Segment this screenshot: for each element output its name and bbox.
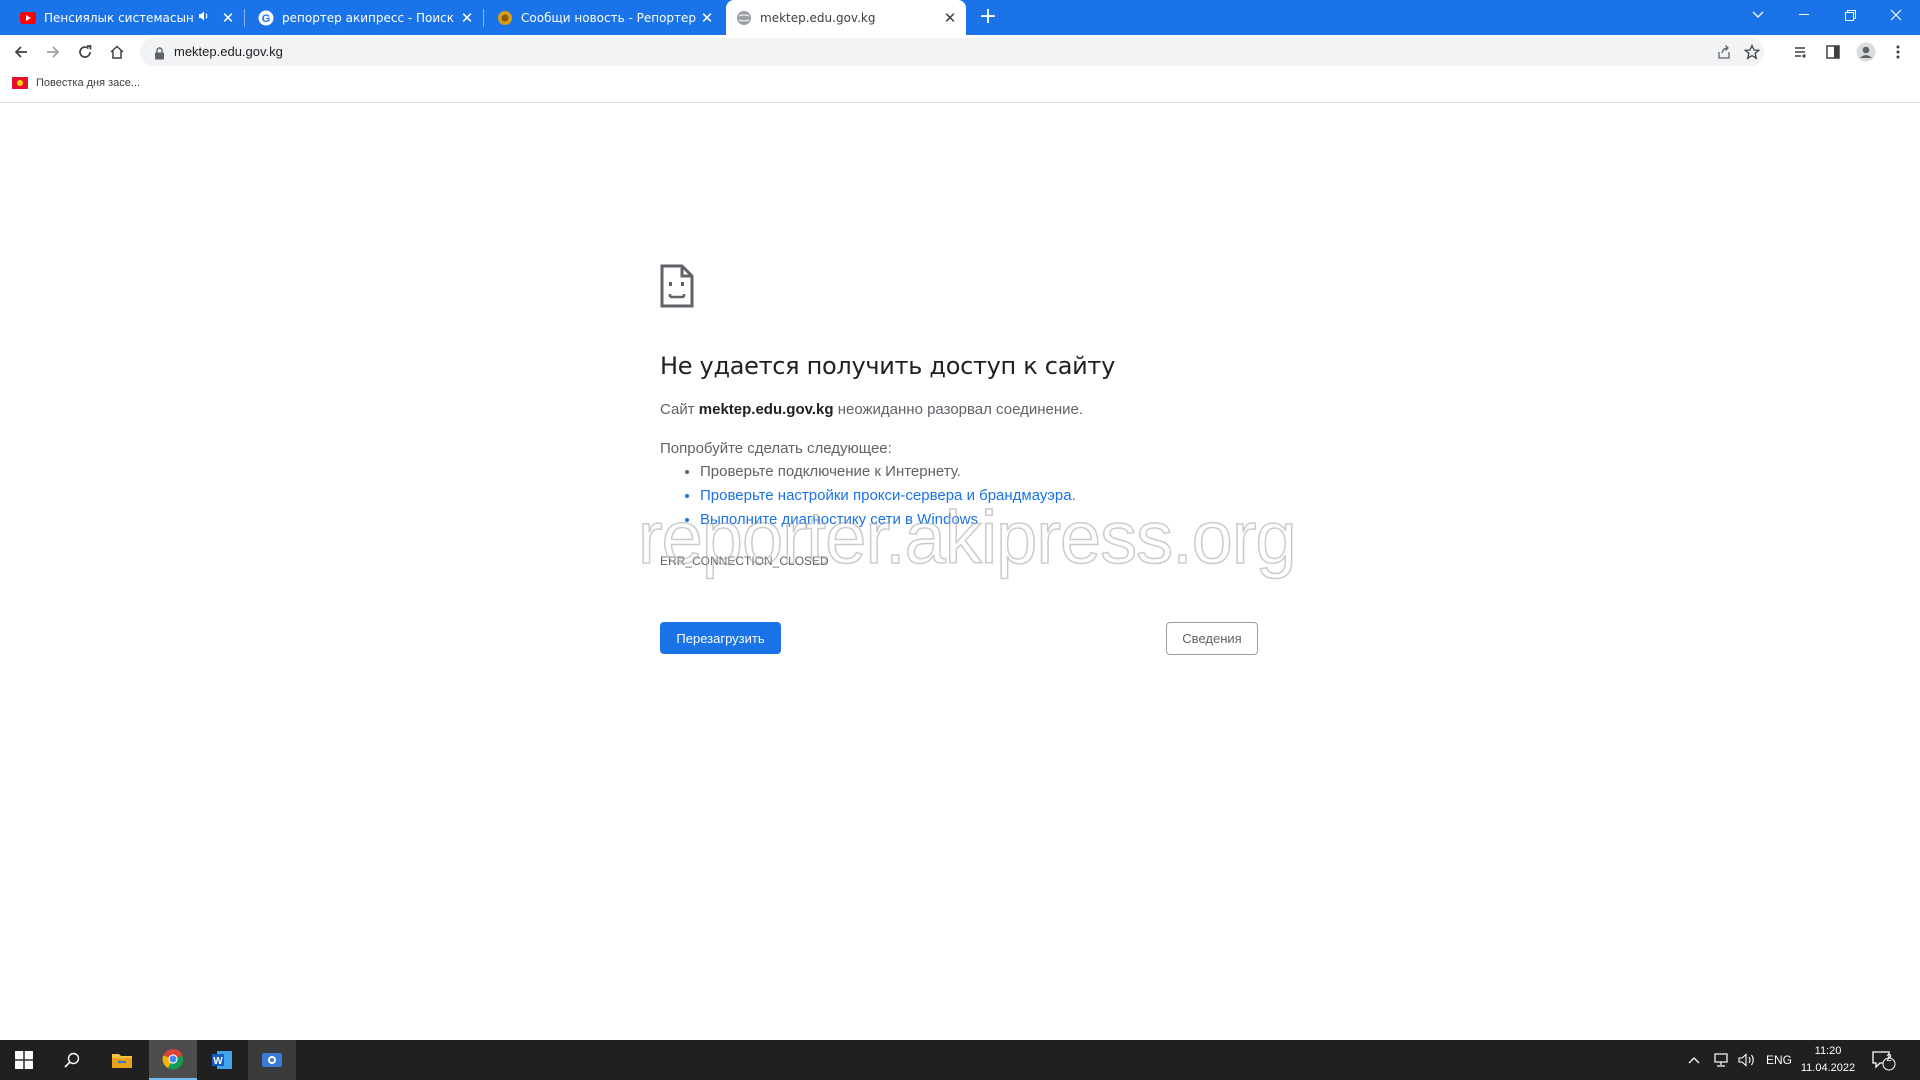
clock-time: 11:20 (1814, 1045, 1842, 1057)
bookmark-label: Повестка дня засе... (36, 77, 141, 89)
forward-button[interactable] (40, 39, 66, 65)
profile-avatar-icon[interactable] (1853, 39, 1879, 65)
description-prefix: Сайт (660, 401, 695, 418)
bookmark-item[interactable]: Повестка дня засе... (12, 77, 140, 89)
menu-kebab-icon[interactable] (1885, 39, 1911, 65)
close-window-button[interactable] (1874, 0, 1918, 30)
start-windows-icon[interactable] (0, 1040, 48, 1080)
suggestion-run-diagnostics-link[interactable]: Выполните диагностику сети в Windows (700, 508, 1076, 532)
input-language[interactable]: ENG (1766, 1040, 1792, 1080)
tab-strip: Пенсиялык системасын ре ✕ G репортер аки… (0, 0, 1920, 35)
close-tab-icon[interactable]: ✕ (459, 9, 475, 27)
youtube-icon (20, 10, 36, 26)
file-explorer-icon[interactable] (98, 1040, 146, 1080)
bookmarks-bar: Повестка дня засе... (0, 69, 1920, 103)
close-tab-icon[interactable]: ✕ (942, 9, 958, 27)
suggestion-check-proxy-link[interactable]: Проверьте настройки прокси-сервера и бра… (700, 484, 1076, 508)
lock-icon[interactable] (154, 45, 165, 64)
tab-title: Сообщи новость - Репортер (521, 10, 697, 25)
network-icon[interactable] (1712, 1040, 1730, 1080)
clock-date: 11.04.2022 (1800, 1062, 1856, 1074)
error-title: Не удается получить доступ к сайту (660, 352, 1115, 380)
restore-button[interactable] (1828, 0, 1872, 30)
tray-chevron-icon[interactable] (1688, 1040, 1700, 1080)
svg-text:W: W (213, 1056, 223, 1067)
details-button[interactable]: Сведения (1166, 622, 1258, 655)
error-description: Сайт mektep.edu.gov.kg неожиданно разорв… (660, 401, 1083, 418)
reload-button[interactable] (72, 39, 98, 65)
kyrgyz-flag-icon (12, 77, 28, 89)
tab-mektep-active[interactable]: mektep.edu.gov.kg ✕ (726, 0, 966, 35)
windows-taskbar: W ENG 11:20 11.04.2022 2 (0, 1040, 1920, 1080)
address-bar[interactable]: mektep.edu.gov.kg (140, 38, 1764, 66)
error-code: ERR_CONNECTION_CLOSED (660, 554, 829, 568)
globe-icon (736, 10, 752, 26)
app-taskbar-icon[interactable] (248, 1040, 296, 1080)
error-host: mektep.edu.gov.kg (698, 401, 834, 418)
notification-count: 2 (1886, 1053, 1892, 1064)
tab-search-chevron-icon[interactable] (1736, 0, 1780, 30)
url-text: mektep.edu.gov.kg (174, 44, 283, 59)
word-taskbar-icon[interactable]: W (198, 1040, 246, 1080)
description-suffix: неожиданно разорвал соединение. (837, 401, 1084, 418)
google-icon: G (258, 10, 274, 26)
suggestions-heading: Попробуйте сделать следующее: (660, 440, 892, 457)
sad-page-icon (660, 264, 694, 313)
system-clock[interactable]: 11:20 11.04.2022 (1796, 1043, 1860, 1077)
speaker-icon[interactable] (198, 10, 210, 25)
tab-title: mektep.edu.gov.kg (760, 10, 876, 25)
minimize-button[interactable] (1782, 0, 1826, 30)
share-icon[interactable] (1714, 42, 1734, 62)
reload-page-button[interactable]: Перезагрузить (660, 622, 781, 654)
suggestion-check-connection: Проверьте подключение к Интернету. (700, 460, 1076, 484)
svg-text:G: G (262, 13, 271, 25)
tab-reporter[interactable]: Сообщи новость - Репортер ✕ (483, 0, 723, 35)
back-button[interactable] (8, 39, 34, 65)
tab-youtube[interactable]: Пенсиялык системасын ре ✕ (0, 0, 244, 35)
notifications-icon[interactable]: 2 (1870, 1040, 1896, 1080)
tab-google-search[interactable]: G репортер акипресс - Поиск в G ✕ (244, 0, 483, 35)
bookmark-star-icon[interactable] (1742, 42, 1762, 62)
side-panel-icon[interactable] (1820, 39, 1846, 65)
close-tab-icon[interactable]: ✕ (699, 9, 715, 27)
tab-title: Пенсиялык системасын ре (44, 10, 198, 25)
search-icon[interactable] (48, 1040, 96, 1080)
reporter-icon (497, 10, 513, 26)
new-tab-button[interactable]: + (976, 6, 1000, 30)
volume-icon[interactable] (1738, 1040, 1756, 1080)
reading-list-icon[interactable] (1788, 39, 1814, 65)
close-tab-icon[interactable]: ✕ (220, 9, 236, 27)
browser-toolbar: mektep.edu.gov.kg (0, 35, 1920, 69)
suggestions-list: Проверьте подключение к Интернету. Прове… (660, 460, 1076, 532)
chrome-taskbar-icon[interactable] (149, 1040, 197, 1080)
home-button[interactable] (104, 39, 130, 65)
tab-title: репортер акипресс - Поиск в G (282, 10, 459, 25)
